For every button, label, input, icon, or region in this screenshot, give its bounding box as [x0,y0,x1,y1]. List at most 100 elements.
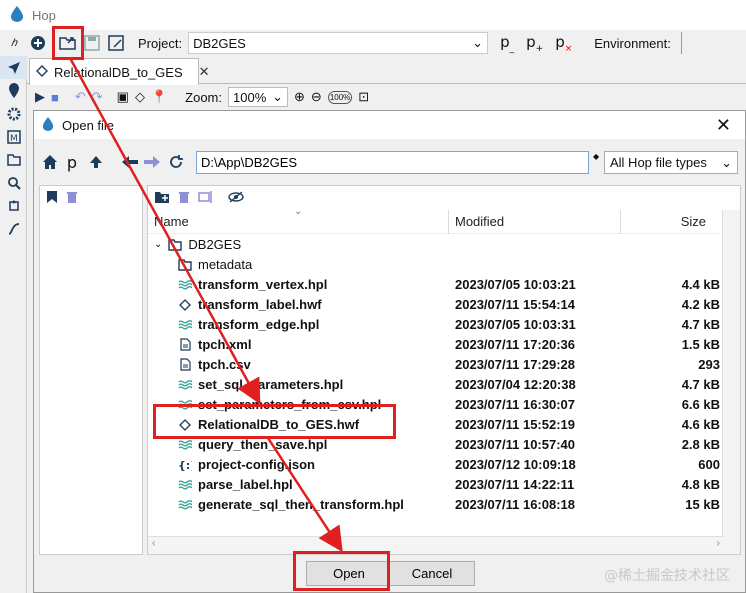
file-name: set_sql_parameters.hpl [198,377,344,392]
file-name-cell: tpch.csv [178,357,251,372]
hop-icon[interactable]: ℎ [4,33,24,53]
location-icon[interactable] [0,79,27,102]
save-as-icon[interactable] [106,33,126,53]
search-icon[interactable] [0,171,27,194]
path-input[interactable] [196,151,589,174]
delete-bookmark-icon[interactable] [66,190,78,207]
connection-icon[interactable] [0,217,27,240]
column-separator[interactable] [448,210,449,234]
file-row[interactable]: tpch.csv 2023/07/11 17:29:28 293 [148,354,720,374]
file-name-cell: transform_label.hwf [178,297,322,312]
column-separator[interactable] [620,210,621,234]
metadata-icon[interactable]: M [0,125,27,148]
file-name-cell: set_sql_parameters.hpl [178,377,343,392]
parent-folder-icon[interactable] [86,152,106,172]
file-modified: 2023/07/11 17:20:36 [455,337,575,352]
zoom-100-icon[interactable]: 100% [327,90,353,104]
folder-icon[interactable] [0,148,27,171]
file-size: 6.6 kB [681,397,720,412]
show-hidden-icon[interactable] [228,190,244,206]
undo-icon[interactable]: ↶ [75,89,86,105]
project-value: DB2GES [193,35,246,51]
forward-icon[interactable] [142,152,162,172]
path-options-icon[interactable]: ◆ [593,152,599,161]
scroll-right-icon[interactable]: › [717,538,720,549]
zoom-in-icon[interactable]: ⊕ [294,89,305,105]
diamond-icon[interactable]: ◇ [135,89,145,105]
file-size: 2.8 kB [681,437,720,452]
file-icon [178,338,192,352]
settings-gear-icon[interactable] [0,102,27,125]
cancel-button[interactable]: Cancel [389,561,475,586]
zoom-fit-icon[interactable]: ⊡ [358,89,369,105]
zoom-out-icon[interactable]: ⊖ [311,89,322,105]
rename-icon[interactable] [198,190,214,207]
folder-row-db2ges[interactable]: ⌄ DB2GES [148,234,720,254]
file-row[interactable]: transform_edge.hpl 2023/07/05 10:03:31 4.7… [148,314,720,334]
file-size: 4.2 kB [681,297,720,312]
zoom-select[interactable]: 100% ⌄ [228,87,288,107]
column-size[interactable]: Size [681,214,706,229]
data-orchestration-icon[interactable] [0,56,27,79]
folder-name-cell: ⌄ DB2GES [154,237,241,252]
pipeline-icon [178,378,192,392]
tab-relationaldb-to-ges[interactable]: RelationalDB_to_GES ✕ [29,58,210,85]
file-size: 4.4 kB [681,277,720,292]
add-bookmark-icon[interactable] [46,190,58,207]
file-list: ⌄ DB2GES metadata transform_vertex.hpl 202… [148,234,720,514]
file-modified: 2023/07/11 16:08:18 [455,497,575,512]
navigation-row: p ◆ All Hop file types ⌄ [34,149,745,175]
environment-select[interactable] [680,32,685,54]
file-modified: 2023/07/11 15:52:19 [455,417,575,432]
edit-project-icon[interactable]: p_ [500,33,514,54]
delete-project-icon[interactable]: p× [555,33,572,54]
file-row[interactable]: tpch.xml 2023/07/11 17:20:36 1.5 kB [148,334,720,354]
add-icon[interactable] [28,33,48,53]
horizontal-scrollbar[interactable]: ‹ › [148,536,724,554]
file-name: metadata [198,257,253,272]
plugin-icon[interactable] [0,194,27,217]
file-icon [178,358,192,372]
file-name: project-config.json [198,457,315,472]
file-row[interactable]: generate_sql_then_transform.hpl 2023/07/1… [148,494,720,514]
save-icon[interactable] [82,33,102,53]
run-icon[interactable]: ▶ [35,89,45,105]
home-icon[interactable] [40,152,60,172]
file-row[interactable]: set_sql_parameters.hpl 2023/07/04 12:20:3… [148,374,720,394]
vertical-scrollbar[interactable] [722,210,740,554]
location-icon[interactable]: 📍 [151,89,167,105]
close-icon[interactable]: ✕ [716,115,731,136]
redo-icon[interactable]: ↷ [92,89,103,105]
column-name[interactable]: Name [154,214,189,229]
file-type-select[interactable]: All Hop file types ⌄ [604,151,738,174]
file-name: tpch.csv [198,357,251,372]
file-name: transform_label.hwf [198,297,322,312]
file-row[interactable]: transform_vertex.hpl 2023/07/05 10:03:21 4… [148,274,720,294]
stop-icon[interactable]: ■ [51,90,59,105]
file-row[interactable]: transform_label.hwf 2023/07/11 15:54:14 4.… [148,294,720,314]
align-icon[interactable]: ▣ [117,89,129,105]
refresh-icon[interactable] [166,152,186,172]
main-toolbar: ℎ Project: DB2GES ⌄ p_ p+ p× Environment… [0,30,746,56]
project-label: Project: [138,35,183,51]
file-row[interactable]: {:} project-config.json 2023/07/12 10:09:1… [148,454,720,474]
back-icon[interactable] [120,152,140,172]
scroll-left-icon[interactable]: ‹ [152,538,155,549]
delete-icon[interactable] [178,190,190,207]
chevron-down-icon[interactable]: ⌄ [154,239,162,250]
file-row[interactable]: parse_label.hpl 2023/07/11 14:22:11 4.8 kB [148,474,720,494]
file-name-cell: query_then_save.hpl [178,437,327,452]
add-project-icon[interactable]: p+ [526,33,543,54]
project-select[interactable]: DB2GES ⌄ [188,32,489,54]
workflow-icon [36,64,48,80]
file-size: 4.7 kB [681,317,720,332]
chevron-down-icon: ⌄ [721,154,732,170]
new-folder-icon[interactable] [154,190,170,207]
file-name-cell: {:} project-config.json [178,457,315,472]
file-row[interactable]: metadata [148,254,720,274]
project-home-icon[interactable]: p [62,152,82,172]
close-icon[interactable]: ✕ [199,64,210,80]
zoom-value: 100% [233,89,267,105]
column-modified[interactable]: Modified [455,214,504,229]
pipeline-icon [178,318,192,332]
